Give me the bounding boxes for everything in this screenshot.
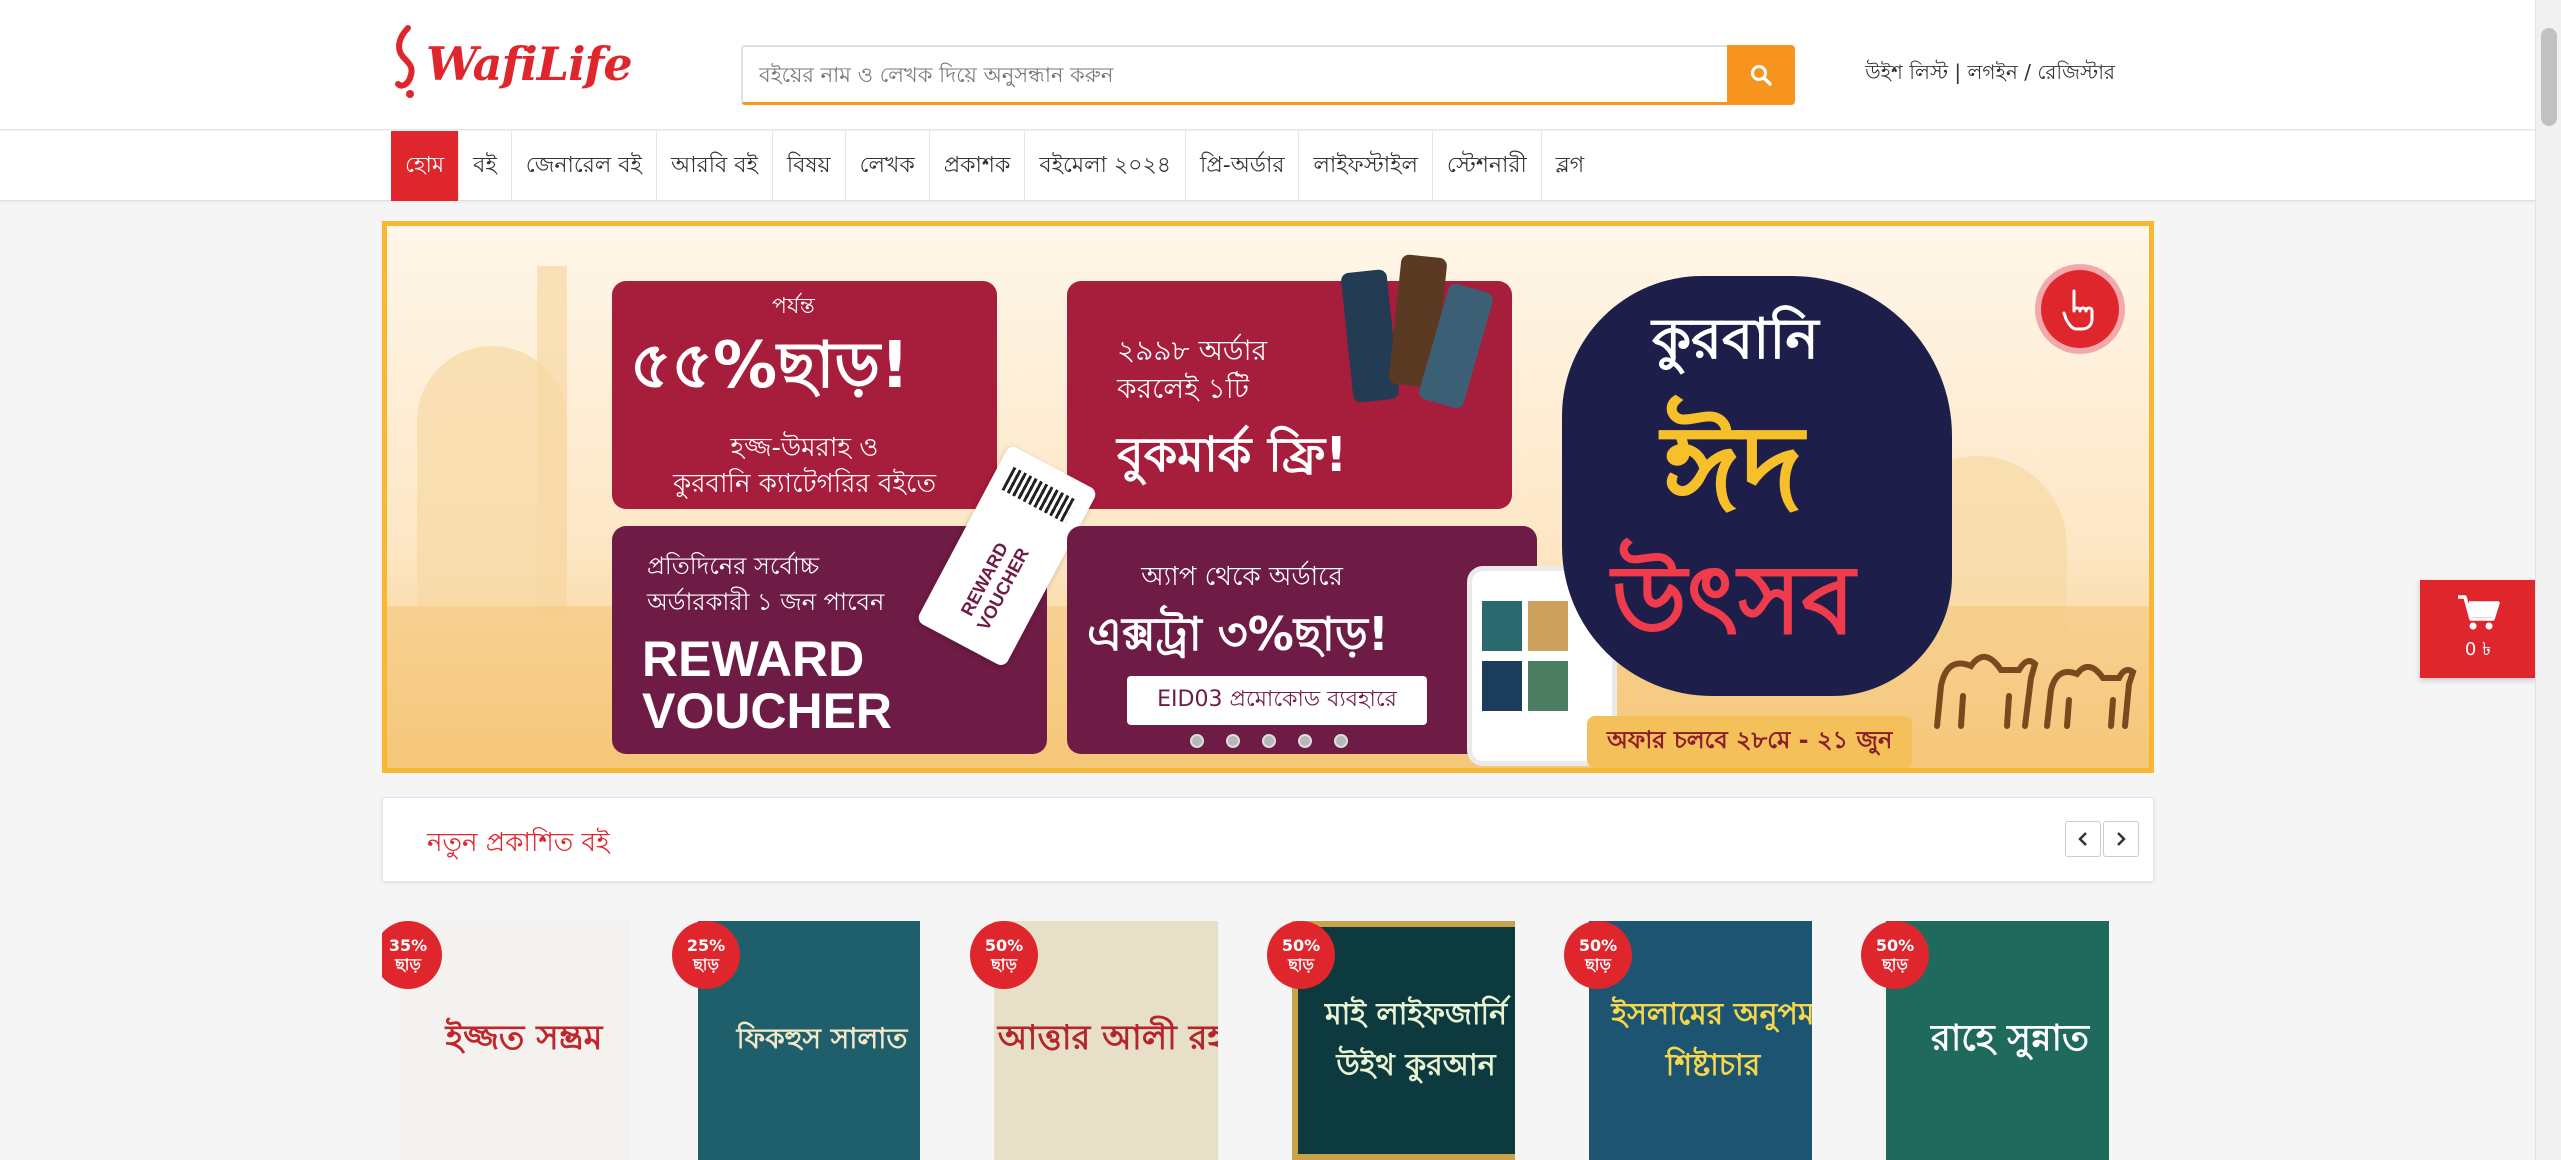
chevron-right-icon	[2117, 832, 2126, 846]
reward-card-big1: REWARD	[642, 631, 865, 687]
discount-badge: 25% ছাড়	[672, 921, 740, 989]
book-title: মাই লাইফজার্নি উইথ কুরআন	[1324, 996, 1508, 1083]
discount-percent: 50%	[1281, 935, 1321, 955]
app-offer-big: এক্সট্রা ৩%ছাড়!	[1087, 607, 1389, 661]
next-button[interactable]	[2103, 821, 2139, 857]
nav-item-subjects[interactable]: বিষয়	[773, 131, 846, 201]
search-icon	[1751, 65, 1772, 86]
carousel-dot-2[interactable]	[1226, 734, 1240, 748]
search-input[interactable]	[743, 47, 1728, 102]
promo-banner[interactable]: পর্যন্ত ৫৫%ছাড়! হজ্জ-উমরাহ ও কুরবানি ক্…	[382, 221, 2154, 773]
site-logo[interactable]: WafiLife	[392, 22, 633, 106]
carousel-dot-3[interactable]	[1262, 734, 1276, 748]
carousel-dot-4[interactable]	[1298, 734, 1312, 748]
site-header: WafiLife উইশ লিস্ট | লগইন / রেজিস্টার	[0, 0, 2535, 130]
discount-badge: 50% ছাড়	[1861, 921, 1929, 989]
discount-percent: 50%	[1578, 935, 1618, 955]
new-books-section-header: নতুন প্রকাশিত বই	[382, 797, 2154, 882]
chevron-left-icon	[2078, 832, 2087, 846]
pointer-icon	[2062, 289, 2094, 331]
carousel-dot-1[interactable]	[1190, 734, 1204, 748]
discount-label: ছাড়	[693, 955, 719, 974]
book-card[interactable]: 50% ছাড় আত্তার আলী রহ.	[970, 921, 1218, 1160]
logo-icon	[395, 25, 415, 98]
discount-percent: 25%	[686, 935, 726, 955]
nav-item-pre-order[interactable]: প্রি-অর্ডার	[1186, 131, 1300, 201]
eid-title-bottom: উৎসব	[1612, 544, 1855, 656]
discount-card-big: ৫৫%ছাড়!	[630, 329, 910, 403]
nav-item-books[interactable]: বই	[459, 131, 512, 201]
discount-badge: 50% ছাড়	[1564, 921, 1632, 989]
reward-card-big2: VOUCHER	[642, 683, 893, 739]
book-card[interactable]: 50% ছাড় রাহে সুন্নাত	[1861, 921, 2109, 1160]
nav-item-authors[interactable]: লেখক	[846, 131, 930, 201]
eid-title: কুরবানি ঈদ উৎসব	[1552, 236, 1972, 706]
bookmarks-image	[1340, 246, 1495, 416]
discount-label: ছাড়	[1585, 955, 1611, 974]
scrollbar-thumb[interactable]	[2541, 28, 2557, 126]
book-title: ফিকহুস সালাত	[736, 1022, 908, 1055]
main-nav: হোম বই জেনারেল বই আরবি বই বিষয় লেখক প্র…	[0, 131, 2535, 201]
carousel-dots	[1190, 734, 1348, 748]
account-links: উইশ লিস্ট | লগইন / রেজিস্টার	[1865, 58, 2115, 91]
prev-button[interactable]	[2065, 821, 2101, 857]
discount-percent: 50%	[1875, 935, 1915, 955]
book-title: রাহে সুন্নাত	[1931, 1017, 2089, 1059]
book-card[interactable]: 25% ছাড় ফিকহুস সালাত	[672, 921, 920, 1160]
bookmark-card-line2: করলেই ১টি	[1117, 372, 1250, 405]
discount-badge: 50% ছাড়	[1267, 921, 1335, 989]
book-title: ইজ্জত সম্ভ্রম	[445, 1018, 603, 1058]
nav-item-lifestyle[interactable]: লাইফস্টাইল	[1299, 131, 1433, 201]
nav-item-arabic-books[interactable]: আরবি বই	[657, 131, 773, 201]
logo-text: WafiLife	[426, 37, 633, 91]
discount-card-sub2: কুরবানি ক্যাটেগরির বইতে	[673, 469, 936, 499]
bookmark-card-big: বুকমার্ক ফ্রি!	[1117, 427, 1348, 483]
discount-label: ছাড়	[991, 955, 1017, 974]
nav-item-stationery[interactable]: স্টেশনারী	[1433, 131, 1542, 201]
cart-total: 0 ৳	[2464, 638, 2492, 660]
discount-badge: 50% ছাড়	[970, 921, 1038, 989]
book-card[interactable]: 35% ছাড় ইজ্জত সম্ভ্রম	[382, 921, 630, 1160]
carousel-dot-5[interactable]	[1334, 734, 1348, 748]
nav-item-publishers[interactable]: প্রকাশক	[930, 131, 1026, 201]
link-separator: |	[1954, 60, 1968, 84]
cart-icon	[2458, 594, 2500, 629]
page-scrollbar[interactable]	[2535, 0, 2561, 1160]
register-link[interactable]: রেজিস্টার	[2037, 60, 2115, 84]
section-title: নতুন প্রকাশিত বই	[427, 828, 610, 858]
hand-pointer-icon[interactable]	[2035, 264, 2125, 354]
book-card[interactable]: 50% ছাড় ইসলামের অনুপম শিষ্টাচার	[1564, 921, 1812, 1160]
discount-label: ছাড়	[1882, 955, 1908, 974]
nav-item-general-books[interactable]: জেনারেল বই	[512, 131, 657, 201]
reward-card-line2: অর্ডারকারী ১ জন পাবেন	[647, 588, 885, 616]
login-link[interactable]: লগইন	[1967, 60, 2017, 84]
camel-illustration	[1934, 654, 2137, 729]
book-card[interactable]: 50% ছাড় মাই লাইফজার্নি উইথ কুরআন	[1267, 921, 1515, 1160]
book-title: ইসলামের অনুপম শিষ্টাচার	[1611, 996, 1812, 1083]
search-bar	[741, 45, 1795, 105]
link-separator: /	[2024, 60, 2038, 84]
nav-item-blog[interactable]: ব্লগ	[1542, 131, 1598, 201]
search-button[interactable]	[1727, 45, 1795, 105]
book-title: আত্তার আলী রহ.	[997, 1018, 1218, 1058]
promo-code-box: EID03 প্রমোকোড ব্যবহারে	[1127, 676, 1427, 725]
discount-percent: 50%	[984, 935, 1024, 955]
nav-item-home[interactable]: হোম	[391, 131, 460, 201]
nav-item-book-fair[interactable]: বইমেলা ২০২৪	[1025, 131, 1187, 201]
offer-duration: অফার চলবে ২৮মে - ২১ জুন	[1587, 716, 1913, 768]
wishlist-link[interactable]: উইশ লিস্ট	[1865, 60, 1948, 84]
discount-percent: 35%	[388, 935, 428, 955]
discount-label: ছাড়	[1288, 955, 1314, 974]
mosque-silhouette	[537, 266, 567, 616]
discount-label: ছাড়	[395, 955, 421, 974]
new-books-list: 35% ছাড় ইজ্জত সম্ভ্রম 25% ছাড় ফিকহুস সাল…	[382, 921, 2154, 1160]
app-offer-line1: অ্যাপ থেকে অর্ডারে	[1141, 562, 1343, 592]
reward-card-line1: প্রতিদিনের সর্বোচ্চ	[647, 552, 820, 580]
floating-cart-button[interactable]: 0 ৳	[2420, 580, 2536, 678]
discount-card: পর্যন্ত ৫৫%ছাড়! হজ্জ-উমরাহ ও কুরবানি ক্…	[612, 281, 997, 509]
